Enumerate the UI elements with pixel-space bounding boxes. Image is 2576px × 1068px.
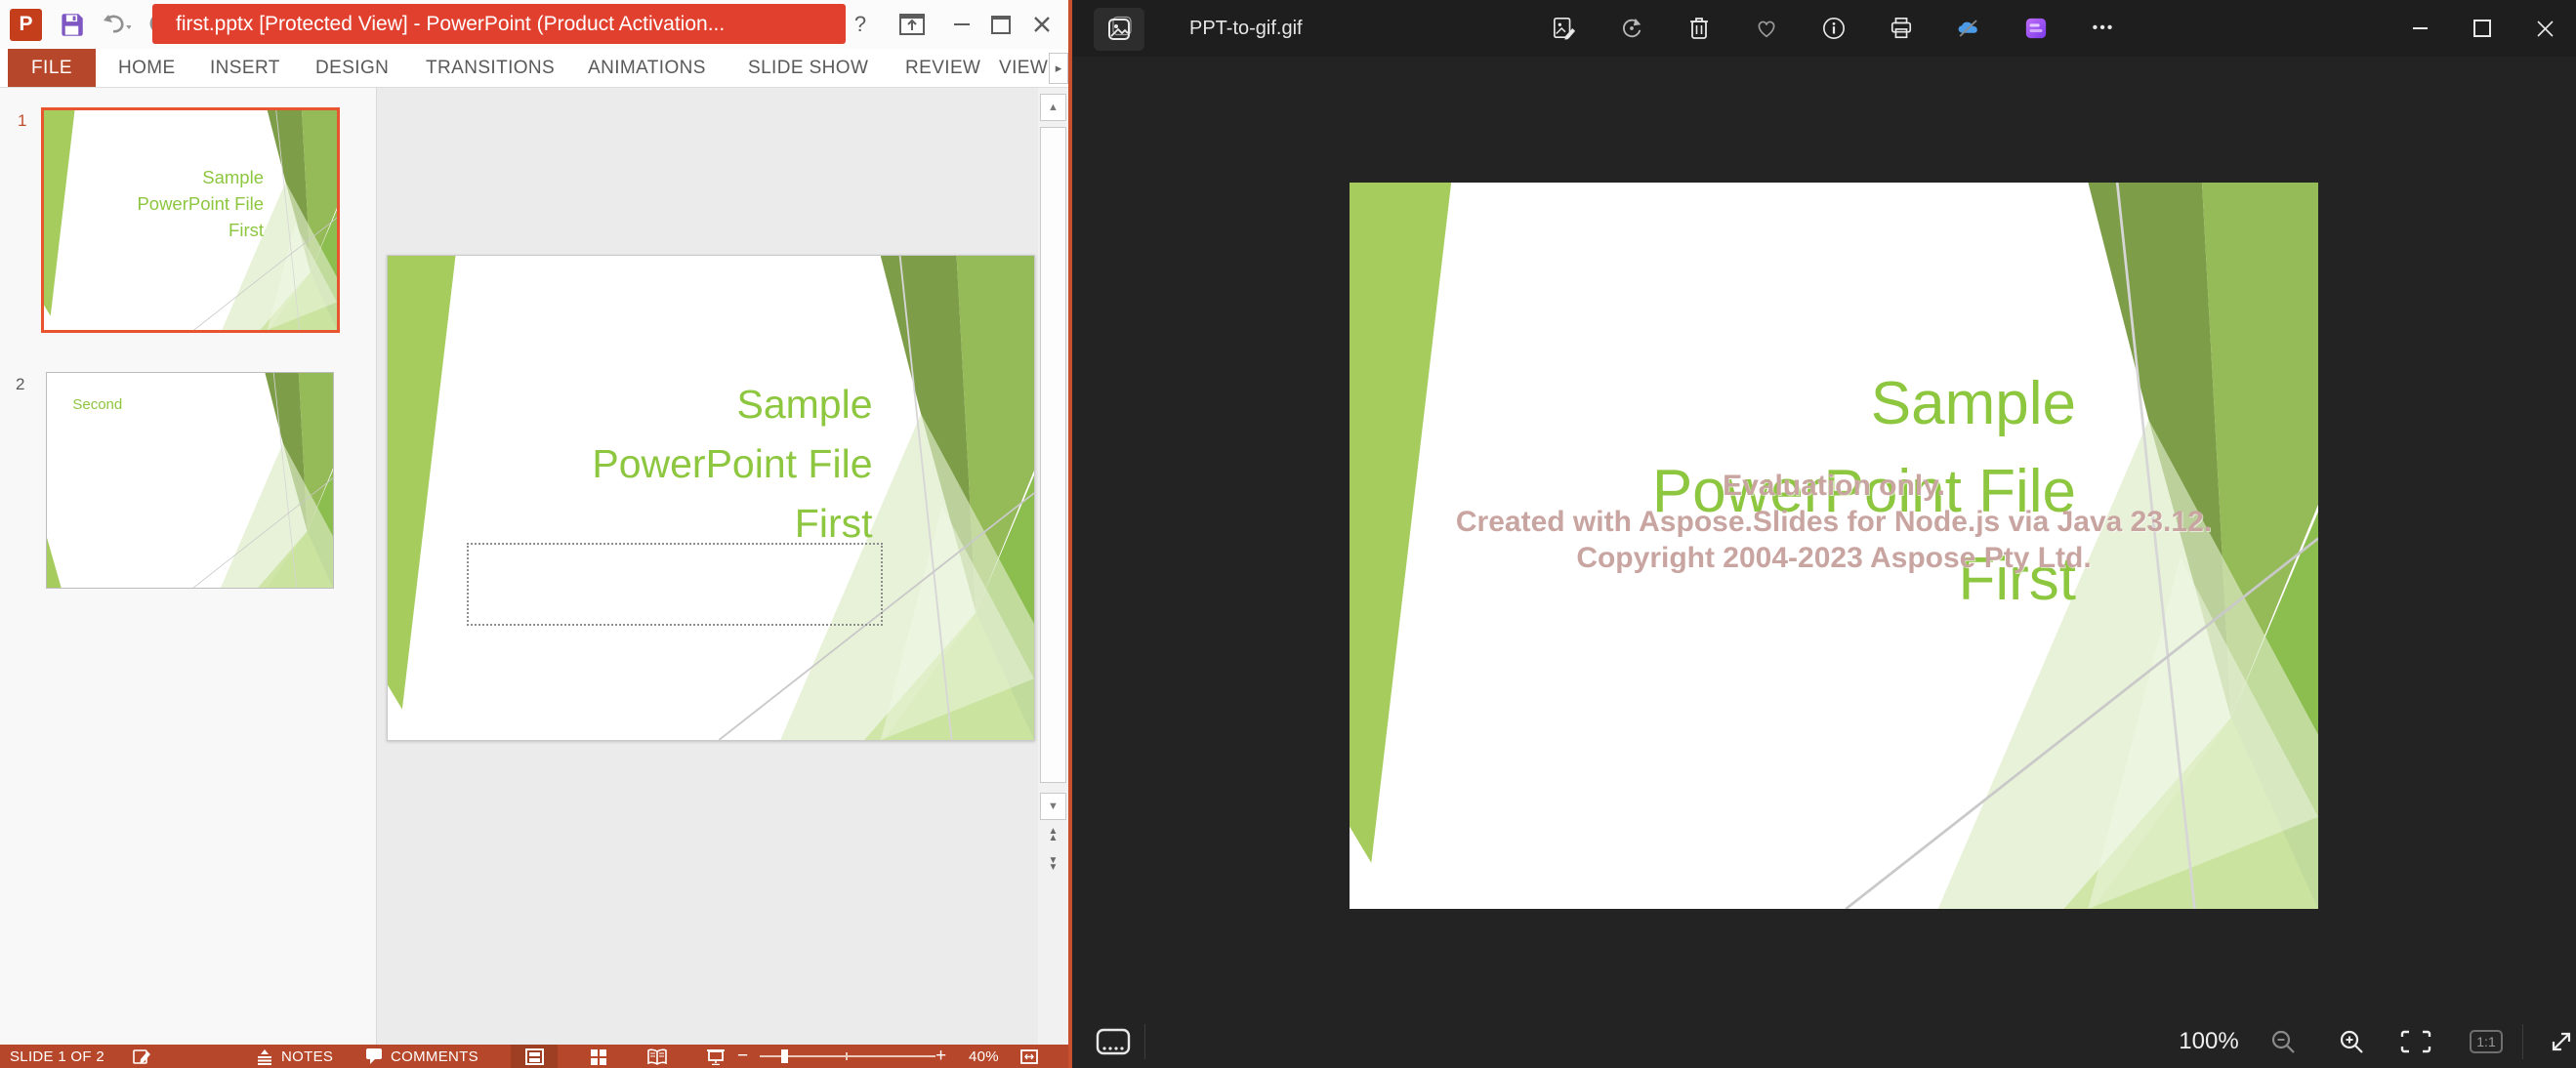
zoom-level[interactable]: 100%	[2174, 1015, 2244, 1068]
print-icon[interactable]	[1890, 17, 1913, 40]
tab-insert[interactable]: INSERT	[210, 49, 280, 87]
normal-view-button[interactable]	[511, 1045, 558, 1068]
scroll-down-button[interactable]: ▼	[1040, 793, 1066, 820]
actual-size-icon[interactable]: 1:1	[2467, 1015, 2506, 1068]
scrollbar-thumb[interactable]	[1040, 127, 1066, 783]
edit-image-icon[interactable]	[1553, 17, 1576, 40]
photos-maximize-button[interactable]	[2451, 0, 2514, 57]
tab-slide-show[interactable]: SLIDE SHOW	[748, 49, 868, 87]
previous-slide-button[interactable]: ▲▲	[1040, 828, 1066, 842]
slide-editor-pane: Sample PowerPoint File First	[378, 88, 1038, 1045]
document-title: first.pptx [Protected View] - PowerPoint…	[152, 4, 846, 44]
help-icon[interactable]: ?	[844, 0, 877, 49]
zoom-out-button[interactable]: −	[737, 1045, 748, 1068]
info-icon[interactable]	[1822, 17, 1846, 40]
tab-review[interactable]: REVIEW	[905, 49, 980, 87]
ribbon-tab-bar: FILE HOME INSERT DESIGN TRANSITIONS ANIM…	[0, 49, 1068, 88]
slide-2-title: Second	[72, 396, 122, 413]
zoom-level[interactable]: 40%	[969, 1045, 999, 1068]
photos-toolbar: •••	[1553, 0, 2115, 57]
slide-2-number: 2	[16, 375, 24, 394]
window-border-accent	[1068, 0, 1072, 1068]
fit-to-window-icon[interactable]	[2398, 1015, 2433, 1068]
comments-icon[interactable]	[365, 1045, 383, 1068]
slide-canvas[interactable]: Sample PowerPoint File First	[387, 255, 1035, 741]
favorite-heart-icon[interactable]	[1755, 17, 1778, 40]
tab-home[interactable]: HOME	[118, 49, 176, 87]
notes-button[interactable]: NOTES	[281, 1045, 333, 1068]
divider	[2522, 1024, 2523, 1059]
delete-icon[interactable]	[1687, 17, 1711, 40]
filmstrip-toggle-icon[interactable]	[1092, 1015, 1135, 1068]
undo-icon[interactable]	[102, 13, 131, 36]
slide-sorter-view-button[interactable]	[577, 1045, 620, 1068]
subtitle-placeholder[interactable]	[467, 543, 883, 626]
photos-app-icon[interactable]	[1094, 8, 1144, 51]
ppt-minimize-button[interactable]	[943, 0, 980, 49]
screen: P	[0, 0, 2576, 1068]
slide-thumbnail-panel: 1 Sample PowerPoi	[0, 88, 377, 1045]
tab-file[interactable]: FILE	[8, 49, 96, 87]
zoom-slider-center-tick	[846, 1052, 848, 1060]
ribbon-scroll-right-button[interactable]: ▸	[1049, 53, 1068, 84]
slide-1-number: 1	[18, 111, 26, 131]
slide-title-textbox[interactable]: Sample PowerPoint File First	[592, 375, 872, 554]
onedrive-sync-off-icon[interactable]	[1957, 17, 1980, 40]
reading-view-button[interactable]	[636, 1045, 679, 1068]
powerpoint-app-icon[interactable]: P	[10, 9, 42, 41]
fullscreen-icon[interactable]	[2542, 1015, 2576, 1068]
zoom-out-icon[interactable]	[2265, 1015, 2301, 1068]
ppt-workspace: 1 Sample PowerPoi	[0, 88, 1068, 1045]
ppt-maximize-button[interactable]	[982, 0, 1019, 49]
slide-thumbnail-1[interactable]: Sample PowerPoint File First	[41, 107, 340, 333]
comments-button[interactable]: COMMENTS	[391, 1045, 478, 1068]
slide-thumbnail-2[interactable]: Second	[46, 372, 334, 589]
powerpoint-window: P	[0, 0, 1068, 1068]
ppt-close-button[interactable]	[1021, 0, 1062, 49]
photos-close-button[interactable]	[2514, 0, 2576, 57]
tab-design[interactable]: DESIGN	[315, 49, 389, 87]
slide-indicator: SLIDE 1 OF 2	[10, 1045, 104, 1068]
next-slide-button[interactable]: ▼▼	[1040, 857, 1066, 871]
save-icon[interactable]	[59, 12, 85, 38]
zoom-in-button[interactable]: +	[935, 1045, 946, 1068]
vertical-scrollbar[interactable]: ▲ ▼ ▲▲ ▼▼	[1038, 88, 1068, 1045]
notes-icon[interactable]	[256, 1045, 273, 1068]
scroll-up-button[interactable]: ▲	[1040, 94, 1066, 121]
photo-filename: PPT-to-gif.gif	[1189, 0, 1303, 57]
ribbon-display-options-icon[interactable]	[893, 0, 932, 49]
clipchamp-icon[interactable]	[2024, 17, 2048, 40]
photo-image[interactable]: Sample PowerPoint File First Evaluation …	[1350, 183, 2318, 909]
ppt-title-bar: P	[0, 0, 1068, 49]
photos-window-controls	[2389, 0, 2576, 57]
more-options-icon[interactable]: •••	[2092, 17, 2115, 40]
rotate-icon[interactable]	[1620, 17, 1643, 40]
slide-show-view-button[interactable]	[694, 1045, 737, 1068]
photos-title-bar: PPT-to-gif.gif	[1072, 0, 2576, 57]
photos-window: PPT-to-gif.gif	[1072, 0, 2576, 1068]
aspose-watermark: Evaluation only. Created with Aspose.Sli…	[1350, 468, 2318, 576]
photos-minimize-button[interactable]	[2389, 0, 2451, 57]
slide-title: Sample PowerPoint File First	[137, 164, 264, 243]
pen-icon[interactable]	[133, 1045, 151, 1068]
tab-view[interactable]: VIEW	[999, 49, 1048, 87]
zoom-slider-thumb[interactable]	[781, 1049, 788, 1063]
photos-bottom-bar: 100%	[1072, 1015, 2576, 1068]
divider	[1144, 1024, 1145, 1059]
ppt-status-bar: SLIDE 1 OF 2 NOTES	[0, 1045, 1068, 1068]
tab-transitions[interactable]: TRANSITIONS	[426, 49, 555, 87]
zoom-in-icon[interactable]	[2334, 1015, 2369, 1068]
fit-slide-to-window-button[interactable]	[1019, 1045, 1039, 1068]
tab-animations[interactable]: ANIMATIONS	[588, 49, 706, 87]
